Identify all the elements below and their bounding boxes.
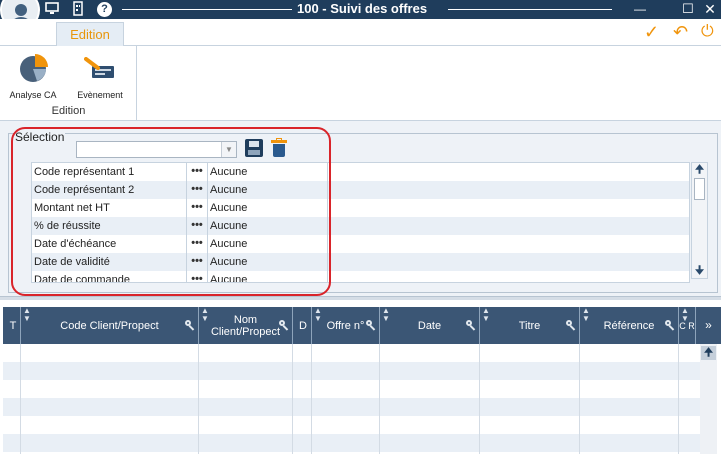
close-icon[interactable]: ✕ [702, 0, 718, 18]
column-header-label: T [9, 319, 17, 332]
validate-icon[interactable]: ✓ [644, 22, 659, 42]
ribbon: Analyse CA Evènement Edition [0, 46, 721, 121]
key-icon[interactable] [366, 320, 376, 331]
criteria-scrollbar[interactable]: 🠉 🠋 [691, 162, 708, 279]
title-bar: ? 100 - Suivi des offres — ☐ ✕ [0, 0, 721, 30]
column-divider [678, 344, 679, 454]
column-header-label: Titre [518, 319, 541, 332]
monitor-icon[interactable] [45, 1, 59, 17]
minimize-icon[interactable]: — [632, 0, 648, 18]
sort-icon[interactable]: ▲ ▼ [314, 307, 322, 323]
sort-icon[interactable]: ▲ ▼ [23, 307, 31, 323]
column-divider [379, 344, 380, 454]
table-row[interactable] [3, 434, 700, 452]
analyse-ca-button[interactable]: Analyse CA [3, 52, 63, 102]
pie-chart-icon [18, 52, 50, 87]
key-icon[interactable] [566, 320, 576, 331]
event-card-icon [84, 57, 116, 86]
power-icon[interactable]: ⏻ [701, 22, 714, 42]
arrow-down-icon[interactable]: 🠋 [692, 264, 707, 278]
column-divider [20, 344, 21, 454]
title-rule-left [122, 9, 292, 10]
scrollbar-thumb[interactable] [694, 178, 705, 200]
evenement-label: Evènement [77, 90, 123, 100]
evenement-button[interactable]: Evènement [70, 52, 130, 102]
arrow-up-icon[interactable]: 🠉 [701, 346, 716, 360]
table-row[interactable] [3, 398, 700, 416]
table-row[interactable] [3, 416, 700, 434]
sort-icon[interactable]: ▲ ▼ [201, 307, 209, 323]
app-window: ? 100 - Suivi des offres — ☐ ✕ Edition ✓… [0, 0, 721, 454]
key-icon[interactable] [185, 320, 195, 331]
arrow-up-icon[interactable]: 🠉 [692, 163, 707, 177]
column-header[interactable]: Date ▲ ▼ [380, 307, 480, 344]
column-header-label: Code Client/Propect [60, 319, 159, 332]
grid-header: T Code Client/Propect ▲ ▼ Nom Client/Propect… [3, 307, 721, 344]
title-rule-right [448, 9, 612, 10]
column-header[interactable]: Code Client/Propect ▲ ▼ [21, 307, 199, 344]
table-row[interactable] [3, 380, 700, 398]
table-row[interactable] [3, 344, 700, 362]
grid-scrollbar[interactable]: 🠉 [700, 344, 717, 454]
building-icon[interactable] [72, 1, 84, 17]
column-divider [479, 344, 480, 454]
column-header[interactable]: Référence ▲ ▼ [580, 307, 679, 344]
column-header-label: D [299, 319, 307, 332]
key-icon[interactable] [279, 320, 289, 331]
key-icon[interactable] [665, 320, 675, 331]
panel-splitter[interactable] [0, 296, 721, 300]
help-icon[interactable]: ? [97, 2, 112, 17]
column-header[interactable]: Offre n° ▲ ▼ [312, 307, 380, 344]
column-divider [311, 344, 312, 454]
results-grid: T Code Client/Propect ▲ ▼ Nom Client/Propect… [3, 307, 721, 454]
column-header-label: Date [417, 319, 442, 332]
expand-columns-icon[interactable]: » [700, 307, 717, 344]
sort-icon[interactable]: ▲ ▼ [382, 307, 390, 323]
grid-body [3, 344, 700, 454]
tab-bar: Edition ✓ ↶ ⏻ [0, 19, 721, 47]
column-header-label: Référence [603, 319, 655, 332]
window-title: 100 - Suivi des offres [297, 1, 428, 16]
column-header[interactable]: C R ▲ ▼ [679, 307, 696, 344]
column-header[interactable]: D [293, 307, 312, 344]
column-header[interactable]: T [3, 307, 21, 344]
tab-edition[interactable]: Edition [56, 22, 124, 47]
ribbon-group-edition: Analyse CA Evènement Edition [0, 46, 137, 121]
sort-icon[interactable]: ▲ ▼ [681, 307, 689, 323]
column-divider [292, 344, 293, 454]
column-header[interactable]: Nom Client/Propect ▲ ▼ [199, 307, 293, 344]
selection-highlight-annotation [11, 127, 331, 296]
analyse-ca-label: Analyse CA [9, 90, 57, 100]
column-divider [198, 344, 199, 454]
table-row[interactable] [3, 362, 700, 380]
column-divider [579, 344, 580, 454]
column-header[interactable]: Titre ▲ ▼ [480, 307, 580, 344]
sort-icon[interactable]: ▲ ▼ [482, 307, 490, 323]
ribbon-group-label: Edition [51, 105, 86, 117]
undo-icon[interactable]: ↶ [673, 22, 688, 42]
key-icon[interactable] [466, 320, 476, 331]
sort-icon[interactable]: ▲ ▼ [582, 307, 590, 323]
maximize-icon[interactable]: ☐ [680, 0, 696, 18]
